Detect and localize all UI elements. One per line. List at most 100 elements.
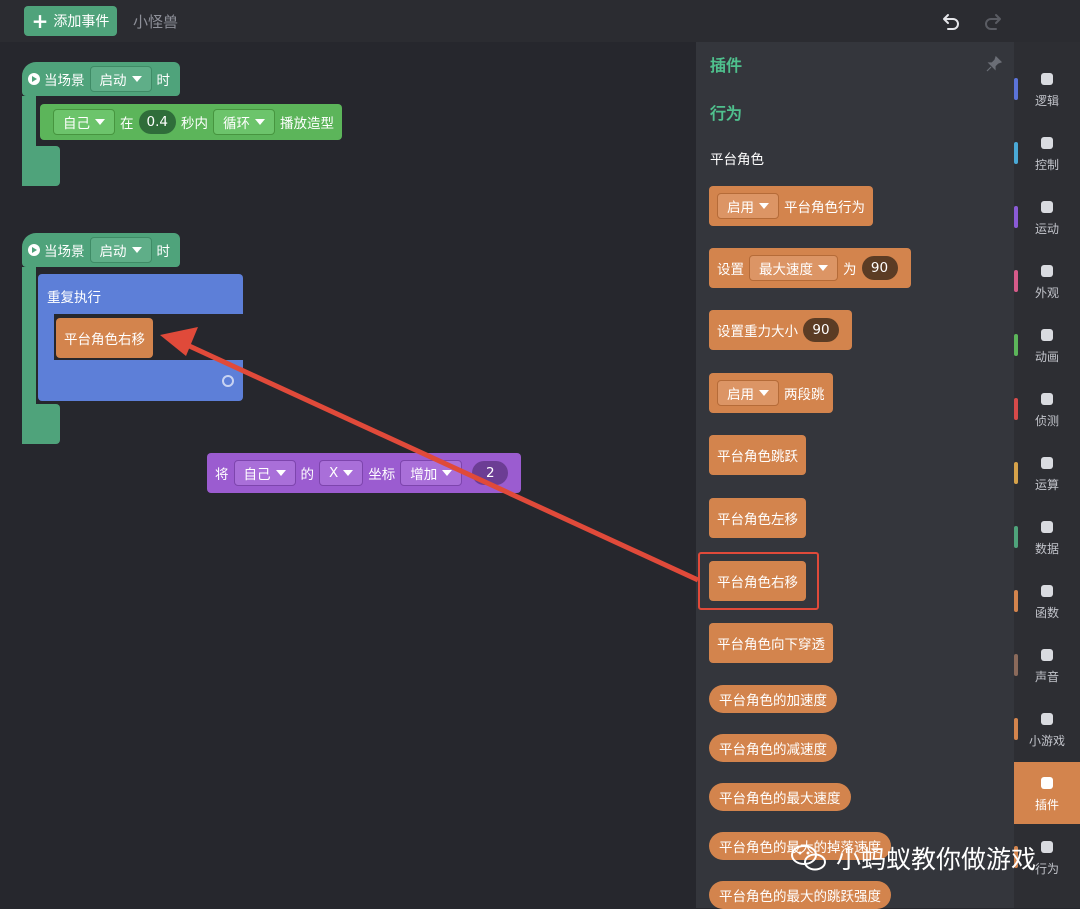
category-label: 小游戏	[1028, 733, 1065, 748]
dropdown-arrow-icon	[131, 247, 142, 253]
category-function[interactable]: 函数	[1014, 570, 1080, 632]
scene-dropdown[interactable]: 启动	[89, 66, 152, 92]
category-operator[interactable]: 运算	[1014, 442, 1080, 504]
play-icon	[28, 73, 40, 85]
top-bar: + 添加事件 小怪兽	[0, 0, 1080, 42]
category-label: 数据	[1034, 541, 1059, 556]
category-looks[interactable]: 外观	[1014, 250, 1080, 312]
watermark-text: 小蚂蚁教你做游戏	[836, 845, 1037, 874]
wechat-icon	[791, 845, 826, 871]
enable-label: 启用	[727, 387, 754, 403]
category-logic[interactable]: 逻辑	[1014, 58, 1080, 120]
action-label: 播放造型	[279, 116, 334, 132]
event-foot	[22, 146, 60, 186]
target-dropdown[interactable]: 自己	[53, 109, 115, 135]
event-hat-block[interactable]: 当场景 启动 时	[22, 233, 180, 267]
category-color-bar	[1014, 206, 1018, 228]
set-label: 设置	[717, 262, 744, 278]
duration-input[interactable]: 0.4	[138, 110, 176, 134]
pin-icon[interactable]	[986, 56, 1002, 72]
operator-icon	[1038, 454, 1056, 472]
set-platform-property-block[interactable]: 设置 最大速度 为 90	[709, 248, 911, 288]
platform-move-right-block[interactable]: 平台角色右移	[56, 318, 153, 358]
block-palette: 插件 行为 平台角色 启用 平台角色行为 设置 最大速度 为 90 设置重力大小…	[696, 42, 1014, 909]
change-coordinate-block[interactable]: 将 自己 的 X 坐标 增加 2	[207, 453, 522, 493]
coord-label: 坐标	[368, 467, 396, 483]
category-label: 声音	[1034, 669, 1059, 684]
repeat-arm	[38, 314, 54, 362]
op-label: 增加	[410, 467, 438, 483]
category-sound[interactable]: 声音	[1014, 634, 1080, 696]
function-icon	[1038, 582, 1056, 600]
event-arm	[22, 267, 36, 407]
block-label: 平台角色的最大的跳跃强度	[719, 889, 881, 905]
platform-move-left-block[interactable]: 平台角色左移	[709, 498, 806, 538]
block-label: 平台角色跳跃	[717, 449, 798, 465]
enable-label: 启用	[727, 200, 754, 216]
plus-icon: +	[31, 9, 49, 33]
platform-deceleration-reporter[interactable]: 平台角色的减速度	[709, 734, 837, 762]
scene-dropdown[interactable]: 启动	[89, 237, 152, 263]
minigame-icon	[1038, 710, 1056, 728]
event-foot	[22, 404, 60, 444]
block-label: 平台角色的加速度	[719, 693, 827, 709]
category-motion[interactable]: 运动	[1014, 186, 1080, 248]
in-label: 在	[120, 116, 134, 132]
enable-double-jump-block[interactable]: 启用 两段跳	[709, 373, 833, 413]
property-dropdown[interactable]: 最大速度	[749, 255, 838, 281]
hat-prefix: 当场景	[44, 244, 85, 260]
block-label: 平台角色的减速度	[719, 742, 827, 758]
loop-icon	[222, 375, 234, 387]
platform-acceleration-reporter[interactable]: 平台角色的加速度	[709, 685, 837, 713]
category-animation[interactable]: 动画	[1014, 314, 1080, 376]
dropdown-arrow-icon	[254, 119, 265, 125]
enable-platform-block[interactable]: 启用 平台角色行为	[709, 186, 873, 226]
motion-icon	[1038, 198, 1056, 216]
enable-dropdown[interactable]: 启用	[717, 193, 779, 219]
category-color-bar	[1014, 142, 1018, 164]
value-input[interactable]: 90	[861, 256, 898, 280]
op-dropdown[interactable]: 增加	[400, 460, 463, 486]
repeat-bottom	[38, 360, 243, 401]
mode-dropdown[interactable]: 循环	[212, 109, 275, 135]
redo-icon[interactable]	[981, 9, 1005, 33]
block-label: 平台角色行为	[784, 200, 865, 216]
enable-dropdown[interactable]: 启用	[717, 380, 779, 406]
add-event-button[interactable]: + 添加事件	[24, 6, 117, 36]
category-control[interactable]: 控制	[1014, 122, 1080, 184]
category-label: 外观	[1034, 285, 1059, 300]
target-label: 自己	[243, 467, 271, 483]
category-data[interactable]: 数据	[1014, 506, 1080, 568]
set-prefix: 将	[215, 467, 229, 483]
platform-max-speed-reporter[interactable]: 平台角色的最大速度	[709, 783, 851, 811]
sprite-name[interactable]: 小怪兽	[133, 11, 178, 32]
platform-drop-through-block[interactable]: 平台角色向下穿透	[709, 623, 833, 663]
set-gravity-block[interactable]: 设置重力大小 90	[709, 310, 852, 350]
plugin-icon	[1038, 774, 1056, 792]
event-hat-block[interactable]: 当场景 启动 时	[22, 62, 180, 96]
repeat-block[interactable]: 重复执行	[38, 274, 243, 314]
target-dropdown[interactable]: 自己	[233, 460, 296, 486]
category-color-bar	[1014, 654, 1018, 676]
play-costume-block[interactable]: 自己 在 0.4 秒内 循环 播放造型	[40, 104, 342, 140]
category-label: 插件	[1034, 797, 1059, 812]
category-minigame[interactable]: 小游戏	[1014, 698, 1080, 760]
undo-icon[interactable]	[939, 9, 963, 33]
category-color-bar	[1014, 334, 1018, 356]
axis-dropdown[interactable]: X	[319, 460, 364, 486]
highlight-box	[698, 552, 819, 610]
value-input[interactable]: 2	[472, 461, 509, 485]
category-label: 动画	[1034, 349, 1059, 364]
platform-jump-strength-reporter[interactable]: 平台角色的最大的跳跃强度	[709, 881, 891, 909]
as-label: 为	[843, 262, 857, 278]
category-color-bar	[1014, 462, 1018, 484]
add-event-label: 添加事件	[53, 14, 110, 30]
dropdown-arrow-icon	[95, 119, 105, 125]
category-color-bar	[1014, 718, 1018, 740]
category-plugin[interactable]: 插件	[1014, 762, 1080, 824]
category-sensing[interactable]: 侦测	[1014, 378, 1080, 440]
block-label: 平台角色左移	[717, 512, 798, 528]
platform-jump-block[interactable]: 平台角色跳跃	[709, 435, 806, 475]
of-label: 的	[300, 467, 315, 483]
value-input[interactable]: 90	[803, 318, 839, 342]
